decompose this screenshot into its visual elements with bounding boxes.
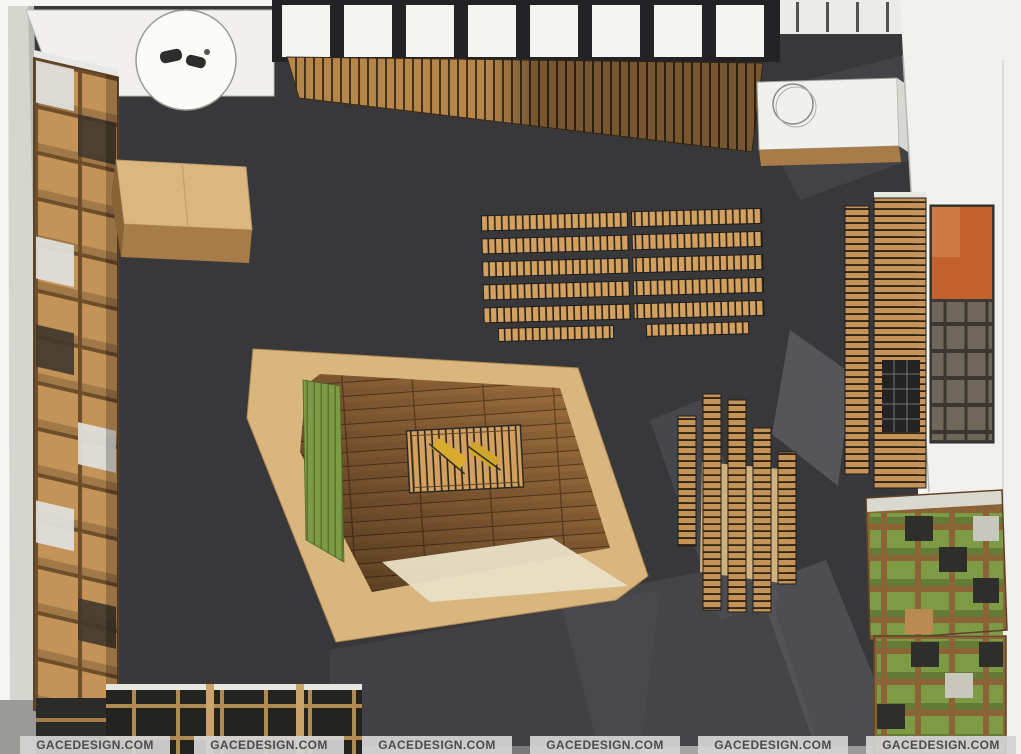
render-canvas: GACEDESIGN.COM GACEDESIGN.COM GACEDESIGN…	[0, 0, 1021, 754]
watermark: GACEDESIGN.COM	[698, 736, 848, 754]
interior-render	[0, 0, 1021, 754]
watermark: GACEDESIGN.COM	[362, 736, 512, 754]
watermark: GACEDESIGN.COM	[530, 736, 680, 754]
wall-artwork	[930, 205, 994, 443]
reception-desk	[111, 160, 252, 263]
watermark: GACEDESIGN.COM	[194, 736, 344, 754]
green-shelving-unit-upper	[866, 490, 1007, 640]
ac-unit	[757, 78, 908, 166]
green-display-strip	[303, 380, 344, 562]
left-shelving-unit	[34, 50, 118, 729]
watermark: GACEDESIGN.COM	[866, 736, 1016, 754]
watermark: GACEDESIGN.COM	[20, 736, 170, 754]
right-shelving-columns	[845, 192, 926, 488]
shelf-grid-insert	[882, 360, 920, 432]
display-table	[406, 425, 523, 493]
